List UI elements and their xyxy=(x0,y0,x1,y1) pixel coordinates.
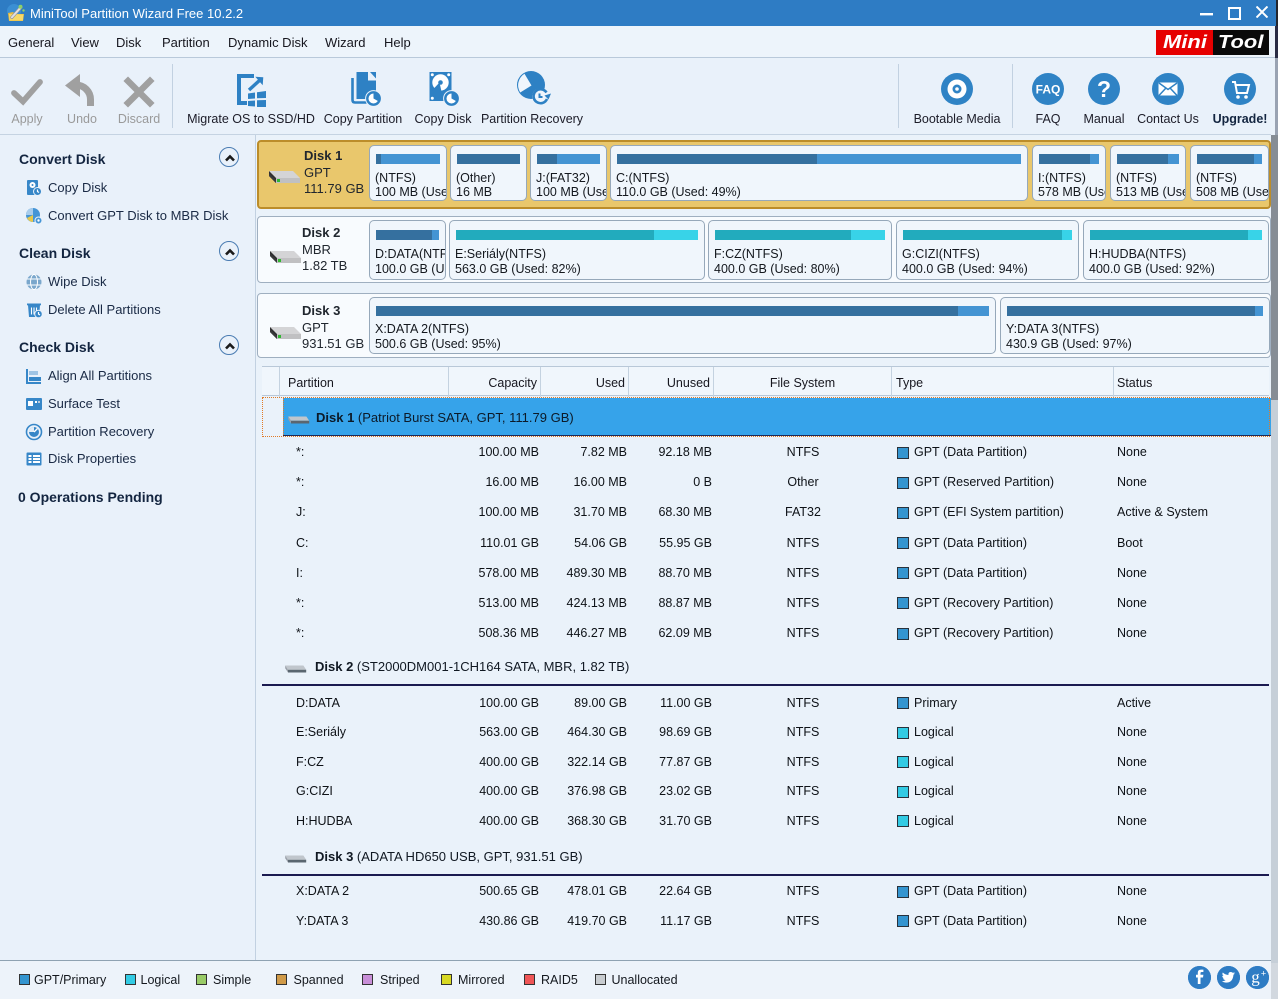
svg-text:g: g xyxy=(1251,968,1260,987)
svg-text:?: ? xyxy=(1097,76,1111,102)
svg-text:FAQ: FAQ xyxy=(1036,83,1061,97)
svg-text:+: + xyxy=(1261,969,1266,979)
